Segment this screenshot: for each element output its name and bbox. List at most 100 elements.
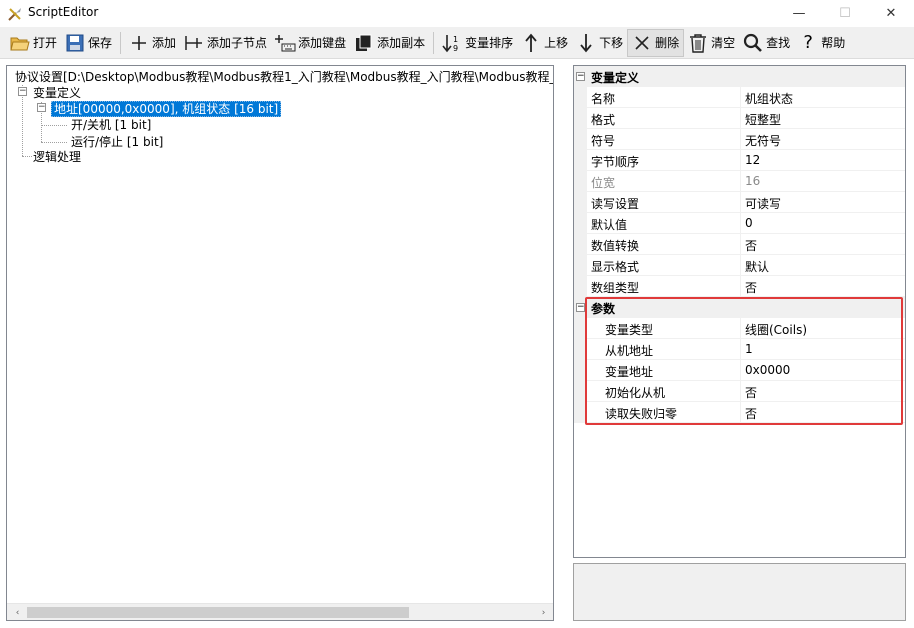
column-divider [740,255,741,276]
open-button[interactable]: 打开 [6,29,61,57]
property-name: 显示格式 [591,260,640,274]
property-row[interactable]: 字节顺序 12 [574,150,905,171]
property-name: 符号 [591,134,616,148]
description-panel [573,563,906,621]
property-value[interactable]: 0 [745,216,753,230]
add-child-button[interactable]: 添加子节点 [180,29,271,57]
delete-button[interactable]: 删除 [627,28,685,57]
help-button[interactable]: ? 帮助 [794,29,849,57]
property-name: 读写设置 [591,197,640,211]
clear-button[interactable]: 清空 [684,29,739,57]
close-button[interactable]: ✕ [868,0,914,27]
property-value[interactable]: 可读写 [745,195,781,212]
property-row[interactable]: 数组类型 否 [574,276,905,297]
toolbar-separator [433,31,435,54]
property-value[interactable]: 否 [745,237,757,254]
add-copy-button[interactable]: 添加副本 [350,29,429,57]
property-row[interactable]: 读取失败归零 否 [574,402,905,423]
row-gutter [574,360,587,381]
tree-root[interactable]: 协议设置[D:\Desktop\Modbus教程\Modbus教程1_入门教程\… [15,69,553,85]
save-button[interactable]: 保存 [61,29,116,57]
property-row[interactable]: 位宽 16 [574,171,905,192]
toolbar-separator [120,31,122,54]
property-value[interactable]: 16 [745,174,760,188]
property-name: 字节顺序 [591,155,640,169]
column-divider [740,318,741,339]
horizontal-scrollbar[interactable]: ‹ › [7,603,553,620]
property-value[interactable]: 否 [745,279,757,296]
property-value[interactable]: 短整型 [745,111,781,128]
column-divider [740,381,741,402]
property-name: 变量类型 [605,323,654,337]
property-row[interactable]: 读写设置 可读写 [574,192,905,213]
svg-text:1: 1 [453,35,458,44]
column-divider [740,234,741,255]
property-value[interactable]: 无符号 [745,132,781,149]
column-divider [740,87,741,108]
sort-vars-label: 变量排序 [465,36,514,50]
move-up-label: 上移 [544,36,569,50]
minimize-button[interactable]: — [776,0,822,27]
property-row[interactable]: 格式 短整型 [574,108,905,129]
column-divider [740,276,741,297]
sort-vars-button[interactable]: 19 变量排序 [438,29,517,57]
maximize-button[interactable]: ☐ [822,0,868,27]
tree-node-selected[interactable]: 地址[00000,0x0000], 机组状态 [16 bit] [51,101,282,117]
property-name: 格式 [591,113,616,127]
property-value[interactable]: 1 [745,342,753,356]
collapse-icon[interactable]: − [37,103,46,112]
property-value[interactable]: 线圈(Coils) [745,321,807,338]
find-label: 查找 [766,36,791,50]
property-name: 名称 [591,92,616,106]
property-value[interactable]: 机组状态 [745,90,793,107]
property-value[interactable]: 否 [745,384,757,401]
move-down-label: 下移 [599,36,624,50]
add-button[interactable]: 添加 [125,29,180,57]
add-keyboard-button[interactable]: 添加键盘 [271,29,350,57]
collapse-icon[interactable]: − [576,72,585,81]
collapse-icon[interactable]: − [18,87,27,96]
property-name: 从机地址 [605,344,654,358]
property-row[interactable]: 符号 无符号 [574,129,905,150]
property-value[interactable]: 12 [745,153,760,167]
property-value[interactable]: 0x0000 [745,363,790,377]
property-name: 默认值 [591,218,628,232]
arrow-up-icon [520,32,542,54]
property-value[interactable]: 默认 [745,258,769,275]
row-gutter [574,339,587,360]
tree-node-logic[interactable]: 逻辑处理 [33,149,81,165]
tree-node-power[interactable]: 开/关机 [1 bit] [71,117,151,133]
tree-node-run[interactable]: 运行/停止 [1 bit] [71,134,163,150]
scroll-right-icon[interactable]: › [535,604,552,620]
protocol-tree[interactable]: 协议设置[D:\Desktop\Modbus教程\Modbus教程1_入门教程\… [6,65,554,621]
move-down-button[interactable]: 下移 [572,29,627,57]
property-row[interactable]: 数值转换 否 [574,234,905,255]
row-gutter [574,255,587,276]
find-button[interactable]: 查找 [739,29,794,57]
property-row[interactable]: 初始化从机 否 [574,381,905,402]
scroll-left-icon[interactable]: ‹ [9,604,26,620]
add-child-icon [183,32,205,54]
move-up-button[interactable]: 上移 [517,29,572,57]
category-var-def[interactable]: − 变量定义 [574,66,905,87]
property-row[interactable]: 变量地址 0x0000 [574,360,905,381]
property-row[interactable]: 从机地址 1 [574,339,905,360]
collapse-icon[interactable]: − [576,303,585,312]
property-row[interactable]: 默认值 0 [574,213,905,234]
tree-connector [41,142,67,143]
property-row[interactable]: 显示格式 默认 [574,255,905,276]
row-gutter [574,150,587,171]
category-params[interactable]: − 参数 [574,297,905,318]
property-row[interactable]: 名称 机组状态 [574,87,905,108]
help-label: 帮助 [821,36,846,50]
property-row[interactable]: 变量类型 线圈(Coils) [574,318,905,339]
svg-text:9: 9 [453,44,458,53]
arrow-down-icon [575,32,597,54]
property-grid[interactable]: − 变量定义 名称 机组状态格式 短整型符号 无符号字节顺序 12 位宽 16 读写设置 可读写… [573,65,906,558]
property-name: 变量地址 [605,365,654,379]
open-label: 打开 [33,36,58,50]
scroll-thumb[interactable] [27,607,409,618]
property-value[interactable]: 否 [745,405,757,422]
tree-node-var-def[interactable]: 变量定义 [33,85,81,101]
sort-icon: 19 [441,32,463,54]
